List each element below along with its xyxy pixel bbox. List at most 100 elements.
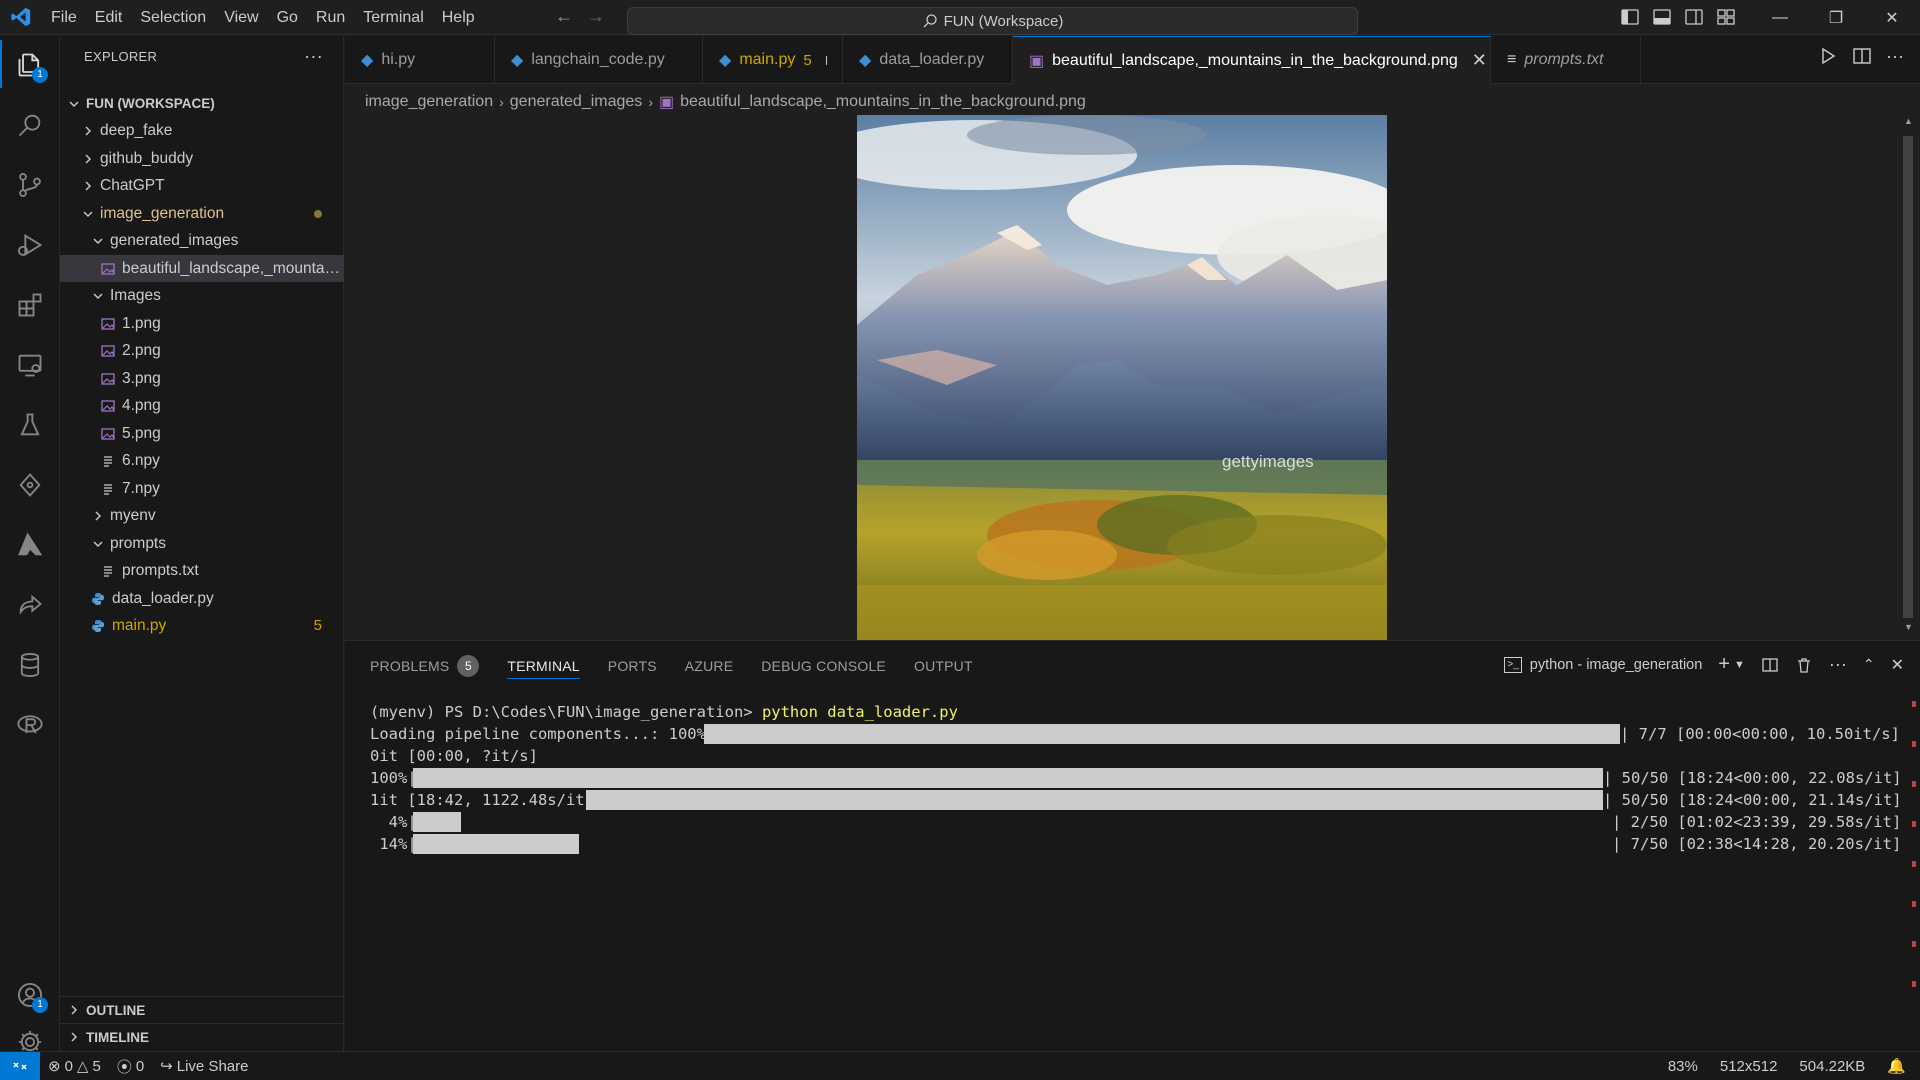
folder-image-generation[interactable]: image_generation (60, 200, 344, 227)
menu-edit[interactable]: Edit (86, 0, 132, 35)
folder-deep-fake[interactable]: deep_fake (60, 117, 344, 144)
menu-help[interactable]: Help (433, 0, 484, 35)
breadcrumb-item[interactable]: beautiful_landscape,_mountains_in_the_ba… (680, 93, 1086, 111)
menu-selection[interactable]: Selection (131, 0, 215, 35)
zoom-level[interactable]: 83% (1668, 1058, 1698, 1075)
restore-button[interactable]: ❐ (1808, 0, 1864, 35)
panel-tab-terminal[interactable]: TERMINAL (507, 653, 580, 679)
command-center[interactable]: FUN (Workspace) (627, 7, 1358, 35)
menu-run[interactable]: Run (307, 0, 354, 35)
testing-icon[interactable] (10, 405, 50, 445)
problems-status[interactable]: ⊗ 0 △ 5 (40, 1057, 109, 1076)
notifications-bell-icon[interactable]: 🔔 (1887, 1057, 1906, 1075)
panel-more-actions-icon[interactable]: ··· (1829, 654, 1847, 675)
file-4-png[interactable]: 4.png (60, 392, 344, 419)
tab-langchain-code-py[interactable]: ◆ langchain_code.py (495, 36, 703, 84)
image-file-icon (100, 261, 116, 277)
panel-tab-debug-console[interactable]: DEBUG CONSOLE (761, 653, 886, 679)
minimize-button[interactable]: — (1752, 0, 1808, 35)
search-icon[interactable] (10, 105, 50, 145)
menu-go[interactable]: Go (268, 0, 307, 35)
breadcrumb-item[interactable]: image_generation (365, 93, 493, 111)
menu-view[interactable]: View (215, 0, 267, 35)
folder-generated-images[interactable]: generated_images (60, 227, 344, 254)
source-control-icon[interactable] (10, 165, 50, 205)
file-size[interactable]: 504.22KB (1799, 1058, 1865, 1075)
tab-landscape-png[interactable]: ▣ beautiful_landscape,_mountains_in_the_… (1013, 36, 1491, 84)
chevron-right-icon: › (499, 94, 504, 110)
database-icon[interactable] (10, 645, 50, 685)
remote-explorer-icon[interactable] (10, 345, 50, 385)
extensions-icon[interactable] (10, 285, 50, 325)
image-preview[interactable]: gettyimages (857, 115, 1387, 640)
workspace-root[interactable]: FUN (WORKSPACE) (60, 90, 344, 117)
more-actions-icon[interactable]: ··· (304, 46, 323, 67)
toggle-panel-icon[interactable] (1652, 7, 1672, 27)
editor-more-actions-icon[interactable]: ··· (1886, 46, 1904, 66)
new-terminal-icon[interactable]: + (1718, 653, 1730, 676)
azure-icon[interactable] (10, 525, 50, 565)
forward-arrow-icon[interactable]: → (587, 6, 605, 27)
explorer-icon[interactable]: 1 (10, 45, 50, 85)
folder-myenv[interactable]: myenv (60, 502, 344, 529)
folder-images[interactable]: Images (60, 282, 344, 309)
customize-layout-icon[interactable] (1716, 7, 1736, 27)
file-2-png[interactable]: 2.png (60, 337, 344, 364)
file-3-png[interactable]: 3.png (60, 365, 344, 392)
panel-tab-problems[interactable]: PROBLEMS 5 (370, 653, 480, 679)
tab-hi-py[interactable]: ◆ hi.py (345, 36, 495, 84)
split-editor-icon[interactable] (1852, 46, 1872, 66)
folder-github-buddy[interactable]: github_buddy (60, 145, 344, 172)
live-share-icon[interactable] (10, 585, 50, 625)
tab-prompts-txt[interactable]: ≡ prompts.txt (1491, 36, 1641, 84)
folder-prompts[interactable]: prompts (60, 530, 344, 557)
warning-count: 5 (92, 1057, 101, 1075)
toggle-secondary-sidebar-icon[interactable] (1684, 7, 1704, 27)
text-file-icon (100, 563, 116, 579)
maximize-panel-icon[interactable]: ⌃ (1863, 656, 1875, 673)
editor-scroll-thumb[interactable] (1903, 136, 1913, 618)
close-window-button[interactable]: ✕ (1864, 0, 1920, 35)
scroll-up-icon[interactable]: ▲ (1904, 116, 1913, 126)
file-6-npy[interactable]: 6.npy (60, 447, 344, 474)
file-5-png[interactable]: 5.png (60, 420, 344, 447)
panel-tab-azure[interactable]: AZURE (685, 653, 733, 679)
split-terminal-icon[interactable] (1761, 656, 1779, 674)
timeline-section[interactable]: TIMELINE (60, 1023, 344, 1050)
image-dimensions[interactable]: 512x512 (1720, 1058, 1778, 1075)
tab-main-py[interactable]: ◆ main.py 5 (703, 36, 843, 84)
remote-indicator-icon[interactable] (0, 1052, 40, 1080)
close-panel-icon[interactable]: ✕ (1891, 655, 1904, 675)
r-language-icon[interactable] (10, 705, 50, 745)
run-debug-icon[interactable] (10, 225, 50, 265)
run-file-icon[interactable] (1818, 46, 1838, 66)
chevron-down-icon[interactable]: ▼ (1734, 659, 1745, 671)
live-share-status[interactable]: ↪ Live Share (152, 1057, 256, 1076)
trash-icon[interactable] (1795, 656, 1813, 674)
explorer-badge: 1 (32, 67, 48, 83)
terminal-name[interactable]: python - image_generation (1530, 657, 1703, 673)
close-tab-icon[interactable]: ✕ (1472, 50, 1487, 71)
terminal-line: Loading pipeline components...: 100%| (370, 725, 716, 743)
file-7-npy[interactable]: 7.npy (60, 475, 344, 502)
file-prompts-txt[interactable]: prompts.txt (60, 557, 344, 584)
file-landscape-png[interactable]: beautiful_landscape,_mountains_in_the_ba… (60, 255, 344, 282)
panel-tab-ports[interactable]: PORTS (608, 653, 657, 679)
accounts-icon[interactable]: 1 (10, 975, 50, 1015)
outline-section[interactable]: OUTLINE (60, 996, 344, 1023)
gitlens-icon[interactable] (10, 465, 50, 505)
folder-chatgpt[interactable]: ChatGPT (60, 172, 344, 199)
breadcrumb-item[interactable]: generated_images (510, 93, 643, 111)
file-1-png[interactable]: 1.png (60, 310, 344, 337)
panel-tab-output[interactable]: OUTPUT (914, 653, 973, 679)
file-data-loader-py[interactable]: data_loader.py (60, 585, 344, 612)
menu-terminal[interactable]: Terminal (354, 0, 432, 35)
file-main-py[interactable]: main.py 5 (60, 612, 344, 639)
ports-status[interactable]: ⦿ 0 (109, 1056, 152, 1077)
tab-data-loader-py[interactable]: ◆ data_loader.py (843, 36, 1013, 84)
menu-file[interactable]: File (42, 0, 86, 35)
scroll-down-icon[interactable]: ▼ (1904, 622, 1913, 632)
back-arrow-icon[interactable]: ← (555, 6, 573, 27)
toggle-primary-sidebar-icon[interactable] (1620, 7, 1640, 27)
terminal-scrollbar[interactable] (1910, 701, 1920, 1011)
